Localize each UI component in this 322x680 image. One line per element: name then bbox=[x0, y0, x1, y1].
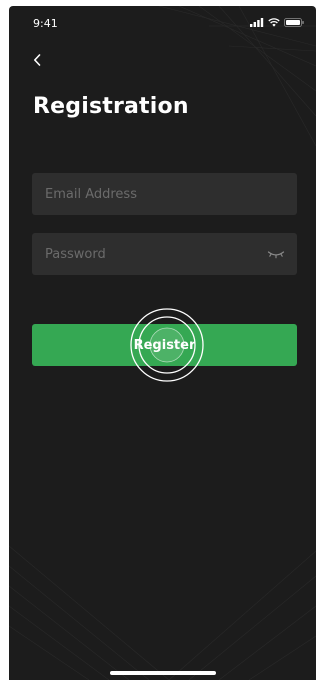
phone-screen: 9:41 Registration Email Address Register bbox=[9, 6, 316, 680]
back-button[interactable] bbox=[27, 50, 47, 70]
eye-closed-icon[interactable] bbox=[267, 247, 285, 261]
page-title: Registration bbox=[33, 94, 189, 119]
chevron-left-icon bbox=[34, 54, 41, 66]
password-field-container bbox=[32, 233, 297, 275]
email-input[interactable] bbox=[32, 173, 297, 215]
signal-icon bbox=[250, 18, 264, 27]
register-button[interactable]: Register bbox=[32, 324, 297, 366]
password-input[interactable] bbox=[32, 233, 297, 275]
email-field-container bbox=[32, 173, 297, 215]
status-time: 9:41 bbox=[33, 17, 58, 30]
home-indicator bbox=[110, 671, 216, 675]
wifi-icon bbox=[268, 18, 280, 27]
battery-icon bbox=[284, 18, 304, 27]
status-icons bbox=[250, 18, 304, 27]
status-bar: 9:41 bbox=[9, 6, 316, 40]
